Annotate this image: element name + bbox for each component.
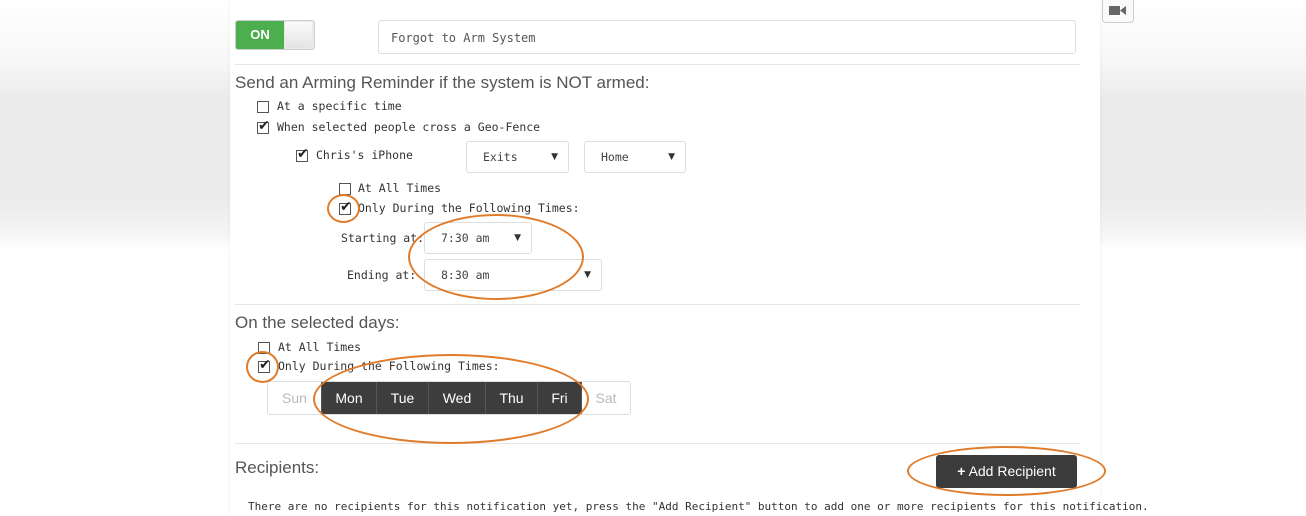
toggle-knob[interactable] <box>285 22 312 48</box>
chevron-down-icon: ▼ <box>551 152 558 162</box>
toggle-on-label: ON <box>236 21 284 49</box>
geo-at-all-times-label: At All Times <box>358 181 442 195</box>
notification-toggle[interactable]: ON <box>235 20 315 50</box>
geofence-checkbox[interactable] <box>257 118 270 134</box>
reminder-heading: Send an Arming Reminder if the system is… <box>235 73 650 92</box>
divider <box>235 64 1080 65</box>
geofence-location-value: Home <box>601 150 629 164</box>
specific-time-checkbox[interactable] <box>257 101 269 113</box>
notification-name-input[interactable]: Forgot to Arm System <box>378 20 1076 54</box>
starting-at-label: Starting at: <box>341 231 425 245</box>
no-recipients-message: There are no recipients for this notific… <box>248 500 1149 513</box>
specific-time-label: At a specific time <box>277 99 402 113</box>
day-mon[interactable]: Mon <box>322 382 377 414</box>
geo-only-during-checkbox[interactable] <box>339 199 352 215</box>
days-at-all-times-checkbox[interactable] <box>258 342 270 354</box>
ending-at-label: Ending at: <box>347 268 417 282</box>
video-camera-icon[interactable] <box>1102 0 1134 23</box>
geo-at-all-times-checkbox[interactable] <box>339 183 351 195</box>
day-thu[interactable]: Thu <box>486 382 538 414</box>
day-selector: Sun Mon Tue Wed Thu Fri Sat <box>267 381 631 415</box>
starting-time-select[interactable]: 7:30 am ▼ <box>424 222 532 254</box>
chevron-down-icon: ▼ <box>514 233 521 243</box>
day-wed[interactable]: Wed <box>429 382 486 414</box>
geo-only-during-label: Only During the Following Times: <box>358 201 580 215</box>
add-recipient-label: Add Recipient <box>968 463 1056 479</box>
divider <box>235 304 1080 305</box>
starting-time-value: 7:30 am <box>441 231 490 245</box>
plus-icon: + <box>957 463 966 479</box>
geofence-action-select[interactable]: Exits ▼ <box>466 141 569 173</box>
chevron-down-icon: ▼ <box>668 152 675 162</box>
geofence-location-select[interactable]: Home ▼ <box>584 141 686 173</box>
device-checkbox[interactable] <box>296 146 309 162</box>
days-heading: On the selected days: <box>235 313 400 332</box>
day-sat[interactable]: Sat <box>582 382 630 414</box>
ending-time-value: 8:30 am <box>441 268 490 282</box>
geofence-label: When selected people cross a Geo-Fence <box>277 120 541 134</box>
geofence-action-value: Exits <box>483 150 518 164</box>
divider <box>235 443 1080 444</box>
device-label: Chris's iPhone <box>316 148 413 162</box>
day-fri[interactable]: Fri <box>538 382 582 414</box>
recipients-heading: Recipients: <box>235 458 320 477</box>
chevron-down-icon: ▼ <box>584 270 591 280</box>
day-tue[interactable]: Tue <box>377 382 429 414</box>
add-recipient-button[interactable]: + Add Recipient <box>936 455 1077 488</box>
days-only-during-label: Only During the Following Times: <box>278 359 500 373</box>
days-at-all-times-label: At All Times <box>278 340 362 354</box>
ending-time-select[interactable]: 8:30 am ▼ <box>424 259 602 291</box>
days-only-during-checkbox[interactable] <box>258 357 271 373</box>
day-sun[interactable]: Sun <box>268 382 322 414</box>
